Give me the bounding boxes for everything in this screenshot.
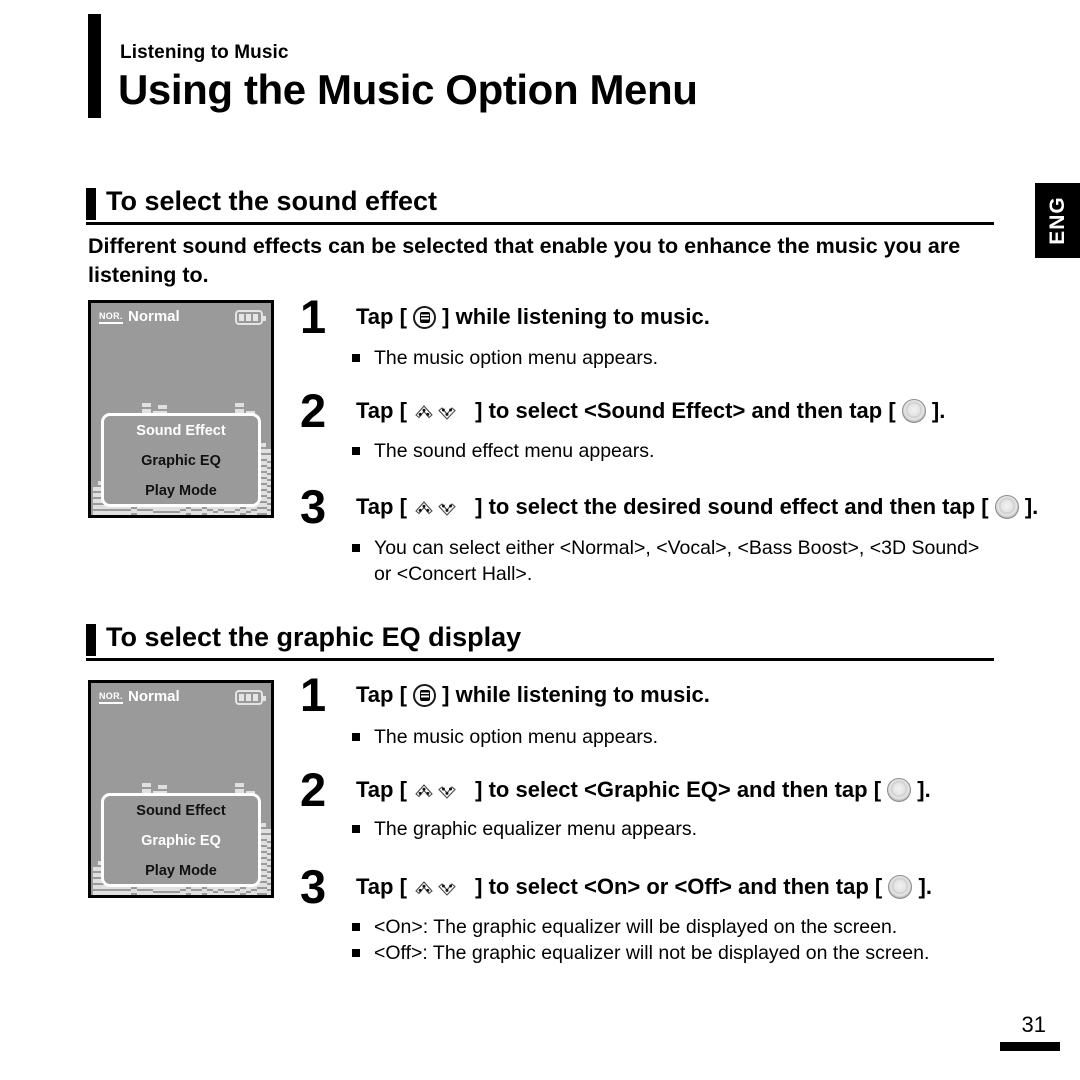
equalizer-bar — [273, 451, 274, 515]
step-text-after: ] while listening to music. — [442, 304, 710, 329]
lcd-option-menu-popup: Sound Effect Graphic EQ Play Mode — [101, 793, 261, 887]
step-note: You can select either <Normal>, <Vocal>,… — [352, 535, 1012, 587]
lcd-mode-label: Normal — [128, 308, 180, 325]
step-text-after: ]. — [931, 398, 946, 423]
lcd-menu-item: Play Mode — [145, 863, 217, 879]
step-note-text: The graphic equalizer menu appears. — [374, 818, 698, 840]
device-screen-preview: NOR. Normal Sound Effect Graphic EQ Play… — [88, 680, 274, 898]
step-note-text: You can select either <Normal>, <Vocal>,… — [374, 537, 980, 559]
lcd-menu-item: Sound Effect — [136, 803, 226, 819]
section-title: To select the sound effect — [106, 186, 438, 216]
section-accent-bar — [86, 624, 96, 656]
page-title: Using the Music Option Menu — [118, 66, 698, 113]
select-button-icon — [887, 778, 912, 802]
step-note-text: <On>: The graphic equalizer will be disp… — [374, 916, 898, 938]
step-text: Tap [ ] to select <On> or <Off> and then… — [356, 872, 932, 902]
step-text-after: ]. — [917, 777, 931, 802]
language-tab-eng: ENG — [1035, 183, 1080, 258]
header-kicker: Listening to Music — [120, 42, 289, 63]
step-text-mid: ] to select <On> or <Off> and then tap [ — [475, 874, 883, 899]
step-number: 2 — [300, 763, 327, 816]
bullet-icon — [352, 447, 360, 455]
step-text-before: Tap [ — [356, 398, 407, 423]
step-note: <On>: The graphic equalizer will be disp… — [352, 914, 1012, 940]
section-accent-bar — [86, 188, 96, 220]
lcd-status-bar: NOR. Normal — [91, 683, 271, 713]
bullet-icon — [352, 923, 360, 931]
step-note-text: The music option menu appears. — [374, 347, 658, 369]
step-note: The sound effect menu appears. — [352, 438, 972, 464]
bullet-icon — [352, 949, 360, 957]
step-note: <Off>: The graphic equalizer will not be… — [352, 940, 1012, 966]
step-note: The graphic equalizer menu appears. — [352, 816, 972, 842]
lcd-status-bar: NOR. Normal — [91, 303, 271, 333]
step-text-before: Tap [ — [356, 494, 407, 519]
bullet-icon — [352, 544, 360, 552]
step-number: 1 — [300, 290, 327, 343]
up-down-navigation-icon — [413, 498, 469, 518]
page-number: 31 — [1021, 1012, 1046, 1037]
step-text: Tap [ ] while listening to music. — [356, 680, 710, 710]
bullet-icon — [352, 354, 360, 362]
select-button-icon — [901, 399, 926, 423]
step-text-mid: ] to select the desired sound effect and… — [475, 494, 989, 519]
step-note-text: The sound effect menu appears. — [374, 440, 655, 462]
step-text-after: ] while listening to music. — [442, 682, 710, 707]
step-note-text: <Off>: The graphic equalizer will not be… — [374, 942, 930, 964]
select-button-icon — [888, 875, 913, 899]
menu-button-icon — [413, 306, 437, 329]
step-note: The music option menu appears. — [352, 724, 972, 750]
header-accent-bar — [88, 14, 101, 118]
equalizer-bar — [267, 837, 271, 895]
step-text-before: Tap [ — [356, 874, 407, 899]
step-text-before: Tap [ — [356, 304, 407, 329]
footer-rule — [1000, 1042, 1060, 1051]
battery-icon — [235, 690, 266, 705]
equalizer-bar — [273, 831, 274, 895]
step-text: Tap [ ] to select <Graphic EQ> and then … — [356, 775, 931, 805]
step-text-after: ]. — [918, 874, 932, 899]
step-text-mid: ] to select <Sound Effect> and then tap … — [475, 398, 896, 423]
step-note-text: or <Concert Hall>. — [374, 563, 533, 585]
up-down-navigation-icon — [413, 402, 469, 422]
lcd-menu-item: Sound Effect — [136, 423, 226, 439]
lcd-menu-item: Graphic EQ — [141, 833, 221, 849]
lcd-menu-item: Graphic EQ — [141, 453, 221, 469]
lcd-status-badge: NOR. — [99, 311, 123, 324]
bullet-icon — [352, 733, 360, 741]
language-tab-label: ENG — [1046, 196, 1069, 245]
step-text: Tap [ ] to select the desired sound effe… — [356, 492, 1038, 522]
step-text-before: Tap [ — [356, 777, 407, 802]
menu-button-icon — [413, 684, 437, 707]
up-down-navigation-icon — [413, 878, 469, 898]
lcd-menu-item: Play Mode — [145, 483, 217, 499]
lcd-status-badge: NOR. — [99, 691, 123, 704]
manual-page: Listening to Music Using the Music Optio… — [0, 0, 1080, 1080]
step-number: 3 — [300, 860, 327, 913]
lcd-mode-label: Normal — [128, 688, 180, 705]
step-number: 1 — [300, 668, 327, 721]
lcd-option-menu-popup: Sound Effect Graphic EQ Play Mode — [101, 413, 261, 507]
battery-icon — [235, 310, 266, 325]
section-intro-text: Different sound effects can be selected … — [88, 234, 961, 287]
step-text-after: ]. — [1024, 494, 1039, 519]
section-divider — [86, 658, 994, 661]
step-number: 2 — [300, 384, 327, 437]
section-title: To select the graphic EQ display — [106, 622, 522, 652]
step-note-text: The music option menu appears. — [374, 726, 658, 748]
up-down-navigation-icon — [413, 781, 469, 801]
step-text-mid: ] to select <Graphic EQ> and then tap [ — [475, 777, 882, 802]
step-text-before: Tap [ — [356, 682, 407, 707]
step-number: 3 — [300, 480, 327, 533]
equalizer-bar — [267, 457, 271, 515]
bullet-icon — [352, 825, 360, 833]
page-header: Listening to Music Using the Music Optio… — [88, 14, 1008, 124]
device-screen-preview: NOR. Normal Sound Effect Graphic EQ Play… — [88, 300, 274, 518]
step-text: Tap [ ] while listening to music. — [356, 302, 710, 332]
step-note: The music option menu appears. — [352, 345, 972, 371]
select-button-icon — [994, 495, 1019, 519]
step-text: Tap [ ] to select <Sound Effect> and the… — [356, 396, 945, 426]
section-divider — [86, 222, 994, 225]
